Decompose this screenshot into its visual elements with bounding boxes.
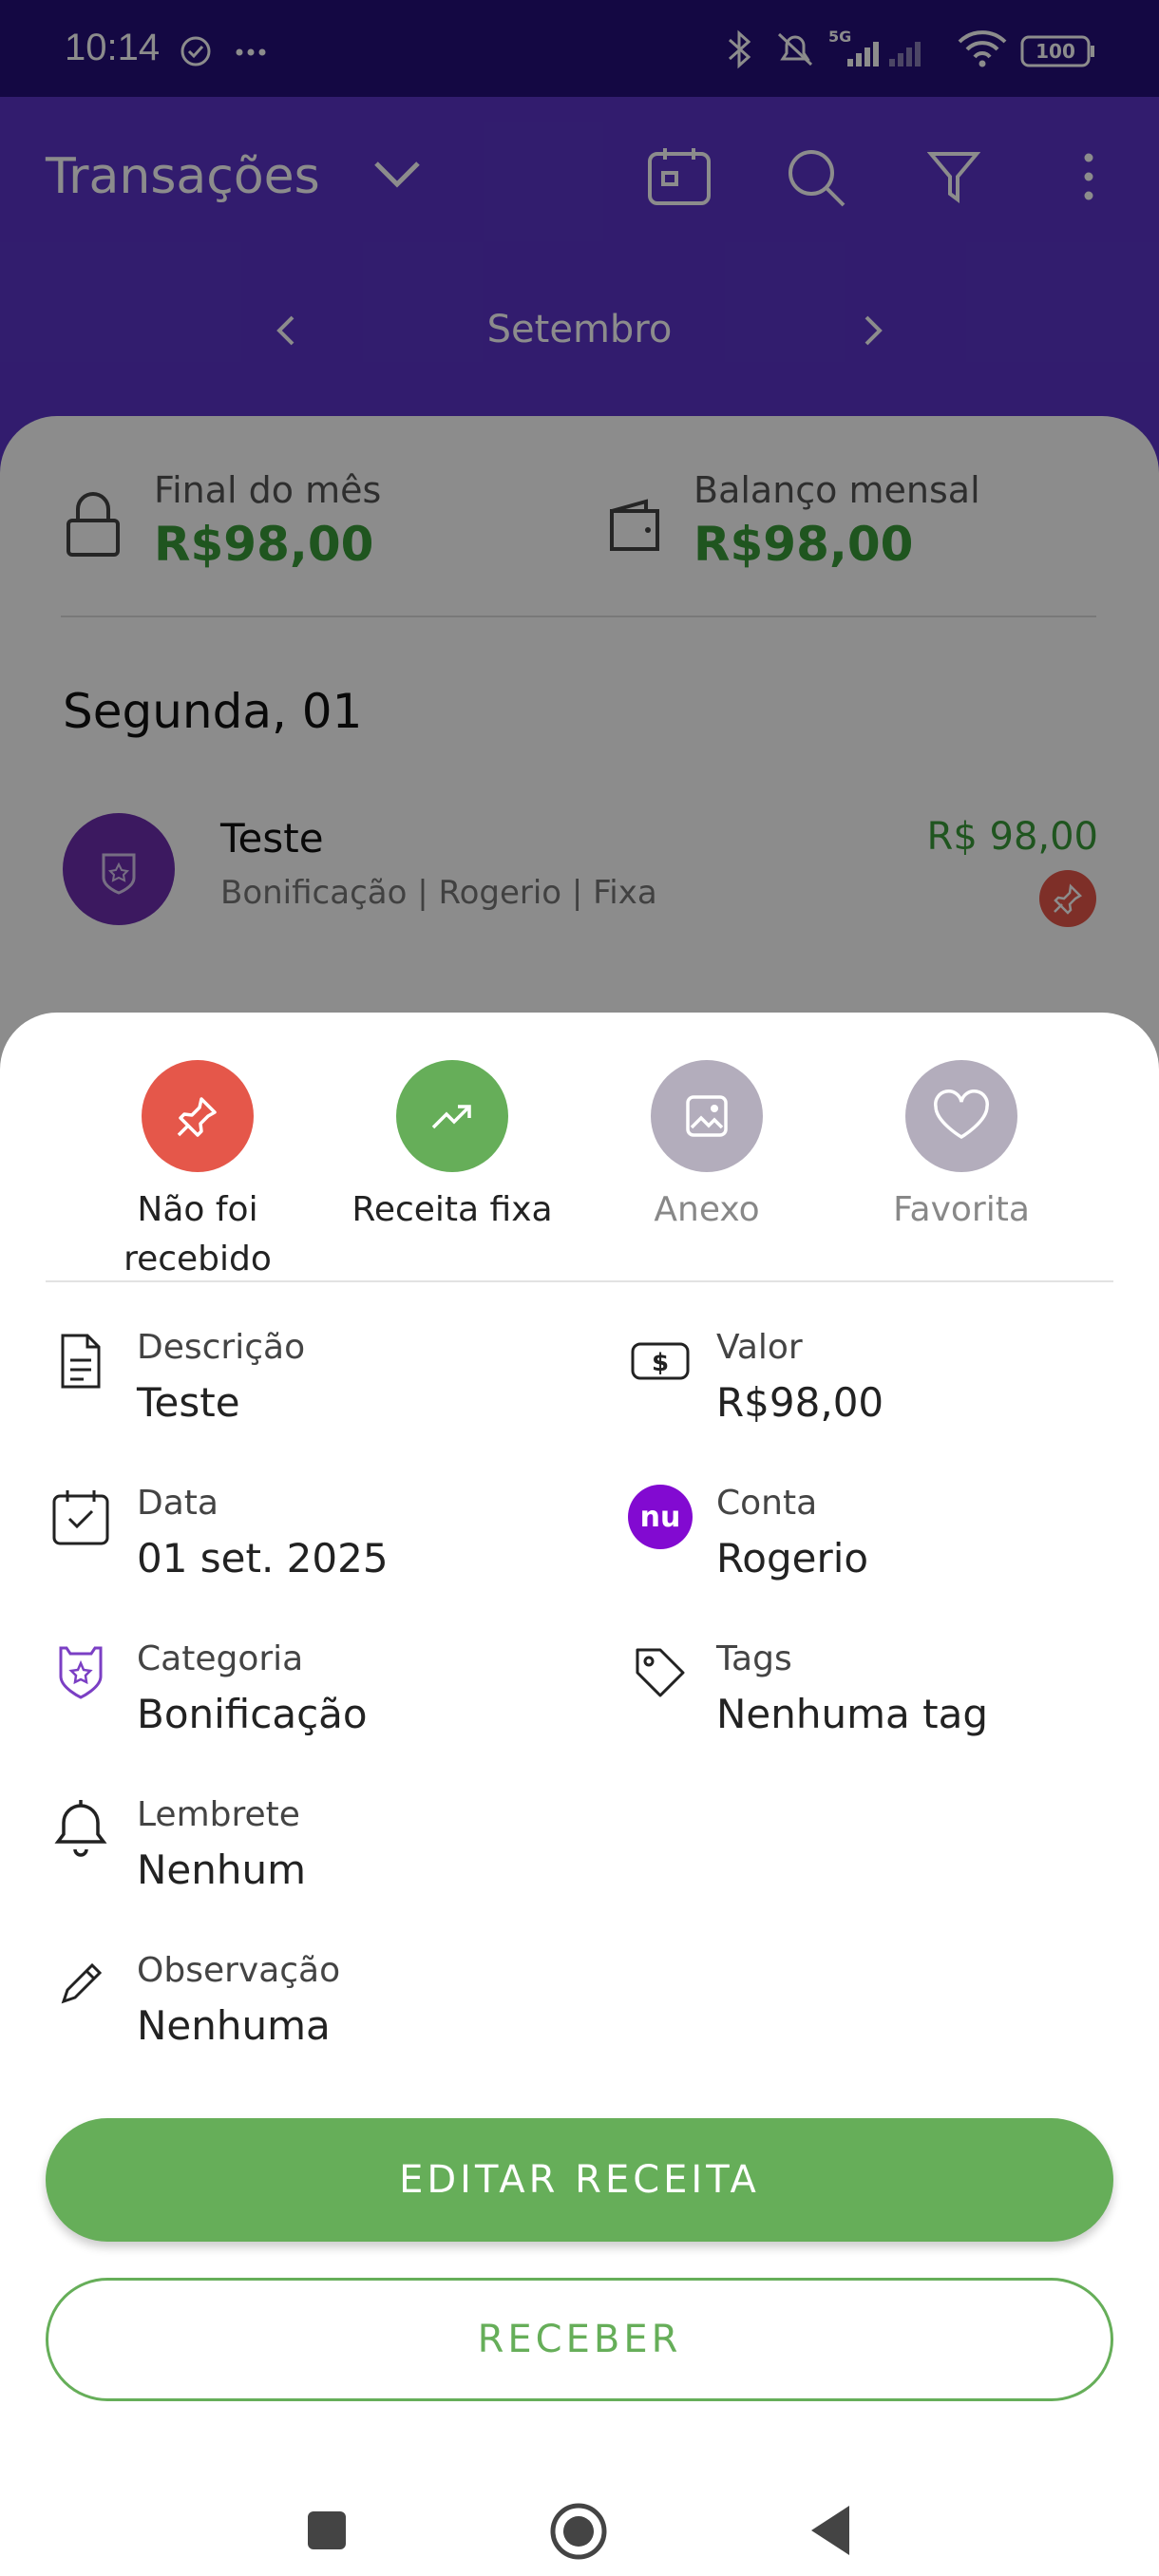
- observation-label: Observação: [137, 1951, 341, 1990]
- sheet-divider: [46, 1280, 1113, 1282]
- tag-icon: [627, 1639, 694, 1706]
- observation-field[interactable]: Observação Nenhuma: [48, 1951, 580, 2065]
- category-value: Bonificação: [137, 1691, 368, 1737]
- attachment-action[interactable]: Anexo: [593, 1060, 821, 1235]
- amount-value: R$98,00: [716, 1379, 884, 1426]
- description-label: Descrição: [137, 1328, 306, 1367]
- bank-logo-text: nu: [640, 1501, 681, 1534]
- svg-text:$: $: [652, 1349, 669, 1377]
- reminder-field[interactable]: Lembrete Nenhum: [48, 1795, 580, 1909]
- observation-value: Nenhuma: [137, 2002, 331, 2049]
- calendar-check-icon: [48, 1484, 114, 1550]
- tags-label: Tags: [716, 1639, 792, 1678]
- back-icon[interactable]: [808, 2504, 851, 2561]
- edit-income-button[interactable]: EDITAR RECEITA: [46, 2118, 1113, 2242]
- trending-up-icon[interactable]: [396, 1060, 508, 1172]
- not-received-label: Não foi recebido: [124, 1190, 272, 1279]
- favorite-label: Favorita: [893, 1190, 1030, 1229]
- document-icon: [48, 1328, 114, 1394]
- description-field[interactable]: Descrição Teste: [48, 1328, 580, 1442]
- receive-button[interactable]: RECEBER: [46, 2278, 1113, 2401]
- tags-field[interactable]: Tags Nenhuma tag: [627, 1639, 1102, 1753]
- fixed-income-label: Receita fixa: [352, 1190, 553, 1229]
- dollar-bill-icon: $: [627, 1328, 694, 1394]
- amount-label: Valor: [716, 1328, 803, 1367]
- category-label: Categoria: [137, 1639, 304, 1678]
- account-label: Conta: [716, 1484, 818, 1523]
- favorite-action[interactable]: Favorita: [847, 1060, 1075, 1235]
- bell-icon: [48, 1795, 114, 1862]
- description-value: Teste: [137, 1379, 240, 1426]
- amount-field[interactable]: $ Valor R$98,00: [627, 1328, 1102, 1442]
- badge-star-icon: [48, 1639, 114, 1706]
- date-field[interactable]: Data 01 set. 2025: [48, 1484, 580, 1598]
- account-value: Rogerio: [716, 1535, 869, 1582]
- not-received-action[interactable]: Não foi recebido: [84, 1060, 312, 1284]
- account-field[interactable]: nu Conta Rogerio: [627, 1484, 1102, 1598]
- tags-value: Nenhuma tag: [716, 1691, 988, 1737]
- attachment-label: Anexo: [654, 1190, 760, 1229]
- transaction-details-sheet: Não foi recebido Receita fixa Anexo Favo…: [0, 1013, 1159, 2576]
- category-field[interactable]: Categoria Bonificação: [48, 1639, 580, 1753]
- quick-actions: Não foi recebido Receita fixa Anexo Favo…: [0, 1060, 1159, 1345]
- heart-icon[interactable]: [905, 1060, 1017, 1172]
- bank-logo-icon: nu: [627, 1484, 694, 1550]
- reminder-label: Lembrete: [137, 1795, 300, 1834]
- home-icon[interactable]: [549, 2502, 608, 2565]
- reminder-value: Nenhum: [137, 1847, 307, 1893]
- system-nav-bar: [0, 2475, 1159, 2576]
- image-icon[interactable]: [651, 1060, 763, 1172]
- fixed-income-action[interactable]: Receita fixa: [338, 1060, 566, 1235]
- recents-icon[interactable]: [306, 2510, 348, 2555]
- date-label: Data: [137, 1484, 218, 1523]
- pencil-icon: [48, 1951, 114, 2017]
- pin-icon[interactable]: [142, 1060, 254, 1172]
- date-value: 01 set. 2025: [137, 1535, 389, 1582]
